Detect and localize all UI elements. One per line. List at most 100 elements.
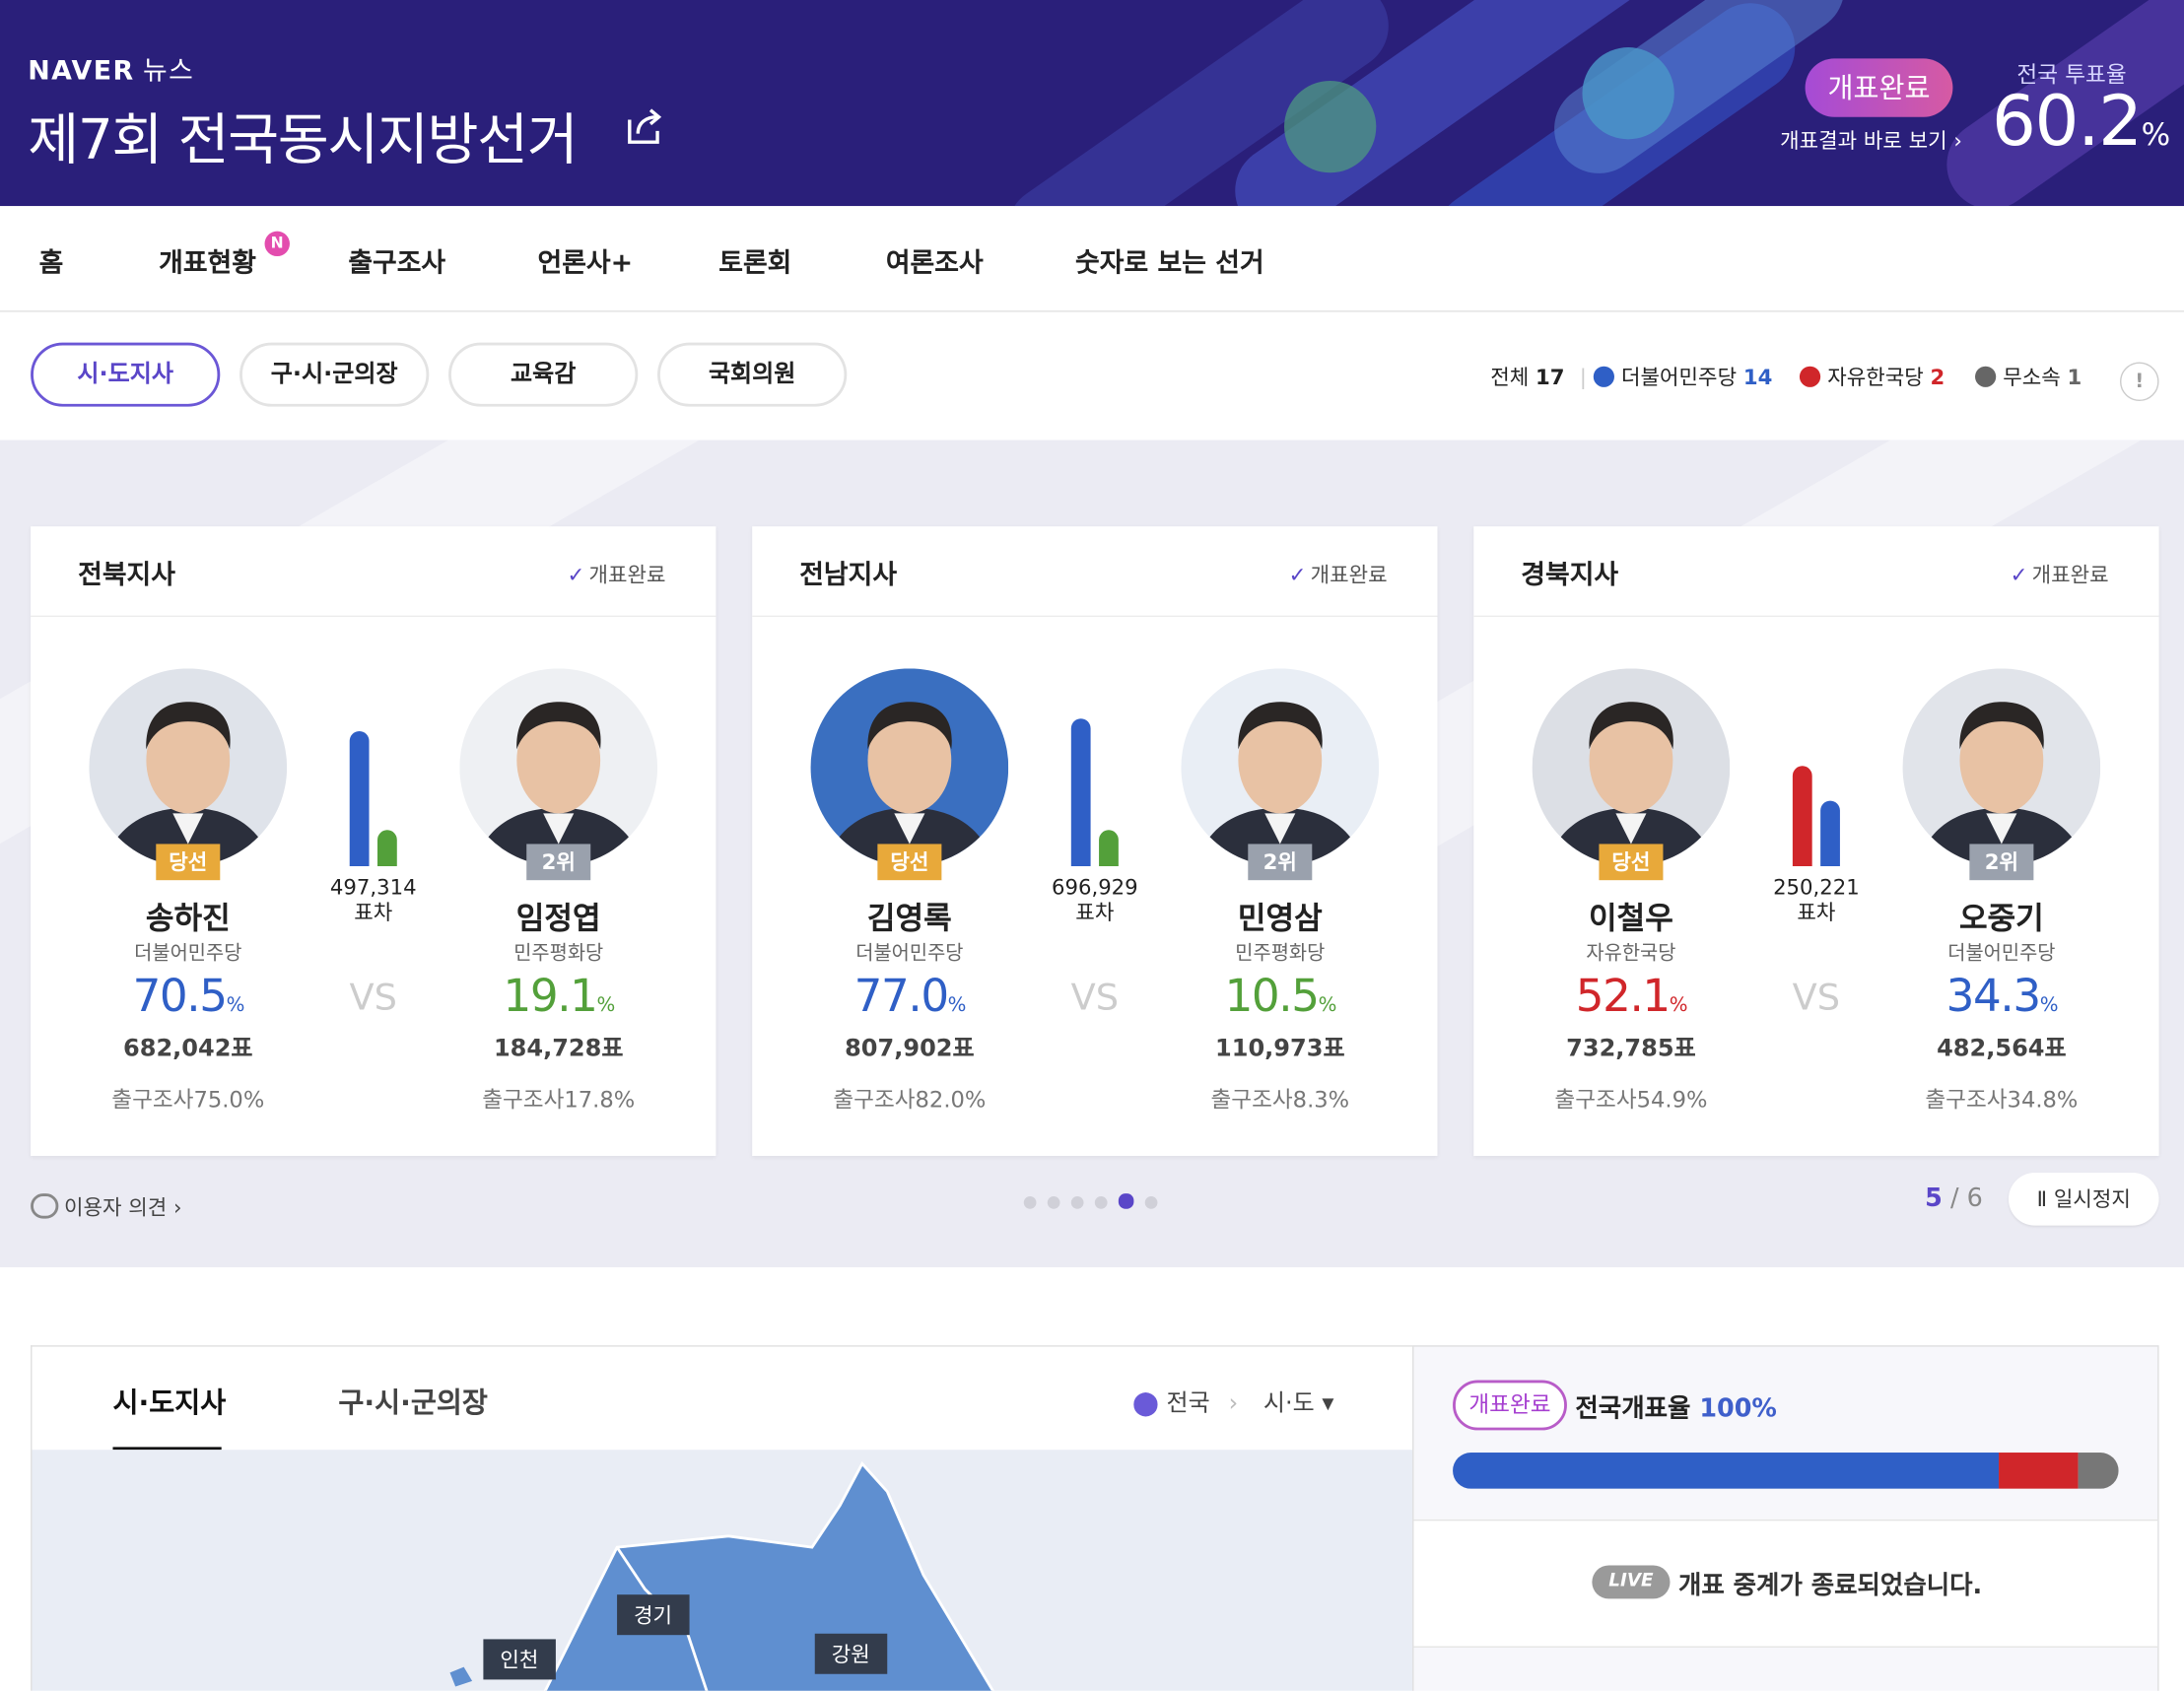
card-region: 전북지사 [78,560,175,591]
runner-exit-poll: 출구조사8.3% [1210,1086,1350,1114]
nav-debate[interactable]: 토론회 [718,242,791,280]
winner-badge: 당선 [156,844,221,881]
carousel-dot[interactable] [1023,1195,1037,1209]
filter-mayor[interactable]: 구·시·군의장 [239,342,430,407]
card-status: ✓ 개표완료 [567,562,666,588]
card-status: ✓ 개표완료 [1288,562,1388,588]
summary-party-2: 자유한국당 2 [1799,362,1945,391]
vote-gap: 250,221 표차 [1773,874,1860,925]
runner-badge: 2위 [1969,844,2034,881]
map-tab-mayor[interactable]: 구·시·군의장 [338,1381,488,1421]
main-nav: 홈 개표현황 N 출구조사 언론사+ 토론회 여론조사 숫자로 보는 선거 [0,206,2184,312]
user-opinion-link[interactable]: 이용자 의견 › [31,1192,182,1222]
runner-pct: 34.3% [1945,969,2059,1023]
info-icon[interactable]: ! [2119,362,2159,402]
naver-news-logo[interactable]: NAVER 뉴스 [28,50,194,88]
turnout-value: 60.2% [1991,80,2170,162]
card-divider [31,615,717,618]
election-header: NAVER 뉴스 제7회 전국동시지방선거 개표완료 개표결과 바로 보기 › 전… [0,0,2184,207]
winner-pct: 52.1% [1575,969,1688,1023]
runner-name[interactable]: 임정엽 [447,894,670,938]
nav-numbers[interactable]: 숫자로 보는 선거 [1075,242,1264,280]
carousel-dot[interactable] [1070,1195,1084,1209]
carousel-dot[interactable] [1094,1195,1108,1209]
party-dot [1799,366,1821,387]
runner-pct: 10.5% [1224,969,1337,1023]
filter-governor[interactable]: 시·도지사 [31,342,221,407]
korea-map: 경기 인천 강원 [32,1450,1414,1691]
runner-bar [1820,800,1840,867]
filter-education[interactable]: 교육감 [448,342,639,407]
summary-total: 전체 17 | [1490,365,1587,390]
runner-party: 민주평화당 [513,942,604,966]
live-badge: LIVE [1592,1565,1671,1599]
result-card[interactable]: 경북지사 ✓ 개표완료 당선 2위 이철우 오중기 자유한국당 더불어민주당 52.1% 34.3%… [1473,526,2159,1157]
result-card[interactable]: 전남지사 ✓ 개표완료 당선 2위 김영록 민영삼 더불어민주당 민주평화당 77.0% 10.5%… [752,526,1438,1157]
winner-bar [349,731,370,867]
runner-bar [376,829,397,867]
pause-icon: Ⅱ [2036,1186,2054,1212]
check-icon: ✓ [2010,562,2028,588]
progress-segment [1453,1453,1999,1489]
nav-press[interactable]: 언론사+ [538,242,634,280]
runner-avatar [1181,668,1380,867]
national-count-rate: 전국개표율 100% [1575,1393,1777,1424]
summary-party-1: 더불어민주당 14 [1593,362,1772,391]
card-region: 전남지사 [799,560,898,591]
nav-count-status[interactable]: 개표현황 N [159,231,290,280]
nav-exit-poll[interactable]: 출구조사 [348,242,445,280]
check-icon: ✓ [1288,562,1307,588]
pause-button[interactable]: Ⅱ 일시정지 [2008,1172,2159,1226]
runner-party: 더불어민주당 [1947,942,2056,966]
runner-avatar [1902,668,2101,867]
winner-party: 더불어민주당 [134,942,242,966]
live-status: LIVE 개표 중계가 종료되었습니다. [1413,1519,2158,1648]
carousel-dot[interactable] [1144,1195,1158,1209]
result-shortcut-link[interactable]: 개표결과 바로 보기 › [1780,125,1962,155]
runner-votes: 482,564표 [1937,1035,2067,1063]
runner-votes: 184,728표 [493,1035,624,1063]
winner-avatar [810,668,1009,867]
runner-badge: 2위 [526,844,591,881]
winner-name[interactable]: 이철우 [1520,894,1742,938]
carousel-dot[interactable] [1118,1193,1134,1209]
runner-exit-poll: 출구조사34.8% [1925,1086,2079,1114]
new-badge: N [264,231,290,257]
level-select[interactable]: 시·도 ▾ [1263,1383,1334,1417]
region-incheon[interactable]: 인천 [483,1639,556,1680]
count-complete-pill: 개표완료 [1453,1380,1567,1431]
share-icon[interactable] [621,103,668,151]
winner-name[interactable]: 김영록 [798,894,1021,938]
card-divider [752,615,1438,618]
live-message: 개표 중계가 종료되었습니다. [1677,1571,1983,1600]
result-card[interactable]: 전북지사 ✓ 개표완료 당선 2위 송하진 임정엽 더불어민주당 민주평화당 70.5% 19.1%… [31,526,717,1157]
winner-badge: 당선 [1599,844,1664,881]
check-icon: ✓ [567,562,585,588]
runner-avatar [459,668,658,867]
summary-party-3: 무소속 1 [1975,362,2082,391]
page-root: NAVER 뉴스 제7회 전국동시지방선거 개표완료 개표결과 바로 보기 › 전… [0,0,2184,1691]
party-dot [1593,366,1614,387]
winner-name[interactable]: 송하진 [77,894,300,938]
map-tab-governor[interactable]: 시·도지사 [112,1381,226,1421]
filter-assembly[interactable]: 국회의원 [657,342,848,407]
card-region: 경북지사 [1521,560,1619,591]
runner-party: 민주평화당 [1235,942,1326,966]
winner-pct: 70.5% [132,969,245,1023]
progress-segment [2079,1453,2119,1489]
carousel-dot[interactable] [1047,1195,1060,1209]
location-nationwide[interactable]: ⬤ 전국 › [1132,1383,1250,1417]
winner-avatar [89,668,288,867]
region-gangwon[interactable]: 강원 [814,1633,887,1674]
card-divider [1473,615,2159,618]
region-gyeonggi[interactable]: 경기 [617,1594,690,1636]
nav-home[interactable]: 홈 [39,242,64,280]
runner-name[interactable]: 오중기 [1890,894,2113,938]
carousel-counter: 5 / 6 [1925,1184,1983,1213]
winner-exit-poll: 출구조사82.0% [833,1086,987,1114]
map-panel: 시·도지사 구·시·군의장 ⬤ 전국 › 시·도 ▾ 경기 인천 강원 [31,1345,1414,1691]
winner-party: 자유한국당 [1586,942,1676,966]
runner-name[interactable]: 민영삼 [1169,894,1392,938]
nav-poll[interactable]: 여론조사 [886,242,984,280]
runner-badge: 2위 [1248,844,1313,881]
